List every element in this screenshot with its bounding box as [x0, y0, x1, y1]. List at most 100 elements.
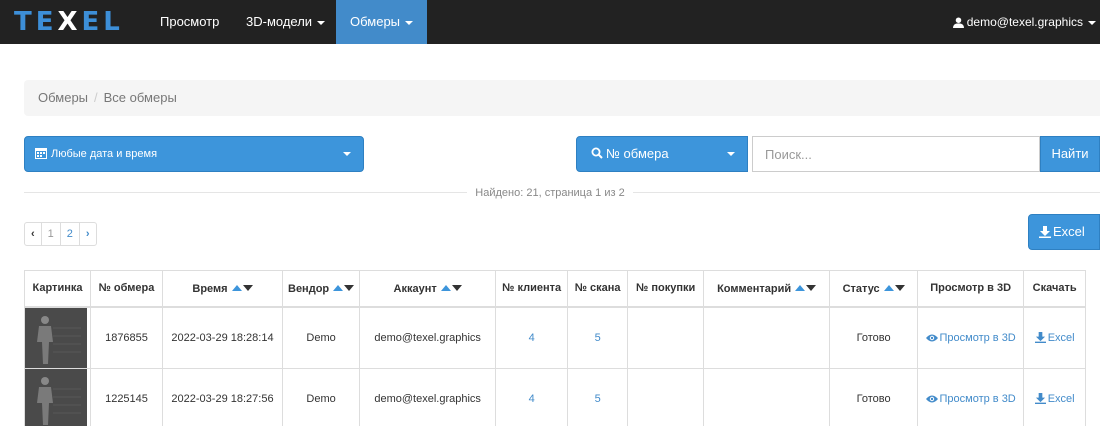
next-page-button[interactable]: ›	[80, 223, 96, 245]
page-2-button[interactable]: 2	[61, 223, 80, 245]
caret-down-icon	[405, 20, 414, 25]
body-scan-thumbnail[interactable]	[25, 368, 87, 426]
download-icon	[1034, 392, 1046, 404]
view-3d-link[interactable]: Просмотр в 3D	[917, 306, 1025, 369]
page-1-button[interactable]: 1	[42, 223, 61, 245]
download-label: Excel	[1047, 331, 1075, 344]
caret-down-icon	[343, 152, 351, 156]
caret-down-icon	[317, 20, 326, 25]
header-status[interactable]: Статус	[829, 270, 919, 308]
nav-item-obmery[interactable]: Обмеры	[336, 0, 428, 44]
sort-icon[interactable]	[883, 282, 905, 294]
header-label: Статус	[842, 282, 880, 295]
download-excel-link[interactable]: Excel	[1023, 367, 1087, 426]
results-count-text: Найдено: 21, страница 1 из 2	[467, 187, 633, 199]
table-header-row: Картинка № обмера Время Вендор Аккаунт №…	[24, 270, 1087, 308]
header-purchase-id: № покупки	[627, 270, 705, 308]
scan-id-link[interactable]: 5	[567, 306, 629, 369]
nav-item-label: Просмотр	[160, 14, 220, 29]
find-button[interactable]: Найти	[1040, 136, 1100, 172]
purchase-id	[627, 306, 705, 369]
breadcrumb: Обмеры / Все обмеры	[24, 80, 1100, 116]
vendor: Demo	[281, 306, 361, 369]
header-label: Картинка	[32, 282, 83, 295]
table-row: 1225145 2022-03-29 18:27:56 Demo demo@te…	[24, 367, 1087, 426]
header-vendor[interactable]: Вендор	[281, 270, 361, 308]
logo-text-x: X	[57, 7, 82, 37]
header-label: Вендор	[288, 282, 330, 295]
eye-icon	[925, 395, 938, 402]
table-row: 1876855 2022-03-29 18:28:14 Demo demo@te…	[24, 306, 1087, 369]
header-label: № клиента	[502, 282, 562, 295]
date-range-dropdown[interactable]: Любые дата и время	[24, 136, 364, 172]
measure-id: 1876855	[90, 306, 163, 369]
header-label: № покупки	[636, 282, 696, 295]
logo-text-left: TE	[14, 7, 58, 37]
header-comment[interactable]: Комментарий	[703, 270, 831, 308]
caret-down-icon	[727, 152, 735, 156]
user-icon	[952, 17, 964, 28]
header-account[interactable]: Аккаунт	[359, 270, 497, 308]
header-label: Время	[192, 282, 228, 295]
thumbnail-cell	[24, 306, 91, 369]
client-id-link[interactable]: 4	[495, 306, 569, 369]
header-label: № обмера	[98, 282, 155, 295]
user-menu[interactable]: demo@texel.graphics	[952, 0, 1096, 44]
prev-page-button[interactable]: ‹	[25, 223, 42, 245]
sort-icon[interactable]	[333, 282, 355, 294]
view-3d-label: Просмотр в 3D	[939, 392, 1016, 405]
thumbnail-cell	[24, 367, 91, 426]
calendar-icon	[35, 148, 47, 159]
logo-text-right: EL	[81, 7, 124, 37]
nav-item-3d-models[interactable]: 3D-модели	[232, 0, 339, 44]
export-excel-button[interactable]: Excel	[1028, 214, 1100, 250]
header-measure-id: № обмера	[90, 270, 163, 308]
time: 2022-03-29 18:27:56	[162, 367, 283, 426]
texel-logo[interactable]: TE X EL	[14, 6, 124, 38]
client-id-link[interactable]: 4	[495, 367, 569, 426]
measurements-table: Картинка № обмера Время Вендор Аккаунт №…	[24, 270, 1087, 426]
sort-icon[interactable]	[231, 282, 253, 294]
measure-id: 1225145	[90, 367, 163, 426]
search-type-label: № обмера	[606, 146, 669, 161]
account: demo@texel.graphics	[359, 306, 497, 369]
eye-icon	[925, 334, 938, 341]
scan-id-link[interactable]: 5	[567, 367, 629, 426]
download-icon	[1039, 226, 1051, 238]
header-image: Картинка	[24, 270, 91, 308]
pagination: ‹ 1 2 ›	[24, 222, 97, 246]
header-time[interactable]: Время	[162, 270, 283, 308]
header-label: № скана	[574, 282, 621, 295]
view-3d-label: Просмотр в 3D	[939, 331, 1016, 344]
top-navbar: TE X EL Просмотр 3D-модели Обмеры demo@tex…	[0, 0, 1100, 44]
results-count: Найдено: 21, страница 1 из 2	[0, 185, 1100, 199]
header-label: Просмотр в 3D	[930, 282, 1012, 295]
nav-item-label: 3D-модели	[246, 14, 313, 29]
breadcrumb-parent[interactable]: Обмеры	[38, 90, 88, 105]
sort-icon[interactable]	[440, 282, 462, 294]
nav-item-label: Обмеры	[350, 14, 401, 29]
date-range-label: Любые дата и время	[51, 148, 158, 160]
body-scan-thumbnail[interactable]	[25, 307, 87, 368]
user-email: demo@texel.graphics	[966, 15, 1083, 29]
export-excel-label: Excel	[1053, 224, 1085, 239]
comment	[703, 306, 831, 369]
search-type-dropdown[interactable]: № обмера	[576, 136, 748, 172]
header-label: Аккаунт	[393, 282, 437, 295]
status: Готово	[829, 367, 919, 426]
purchase-id	[627, 367, 705, 426]
header-client-id: № клиента	[495, 270, 569, 308]
search-input[interactable]	[752, 136, 1040, 172]
header-label: Скачать	[1032, 282, 1077, 295]
view-3d-link[interactable]: Просмотр в 3D	[917, 367, 1025, 426]
nav-item-prosmotr[interactable]: Просмотр	[146, 0, 233, 44]
breadcrumb-separator: /	[94, 90, 98, 105]
header-label: Комментарий	[717, 282, 792, 295]
download-excel-link[interactable]: Excel	[1023, 306, 1087, 369]
download-label: Excel	[1047, 392, 1075, 405]
download-icon	[1034, 331, 1046, 343]
header-download: Скачать	[1023, 270, 1087, 308]
search-icon	[591, 147, 603, 159]
sort-icon[interactable]	[795, 282, 817, 294]
comment	[703, 367, 831, 426]
